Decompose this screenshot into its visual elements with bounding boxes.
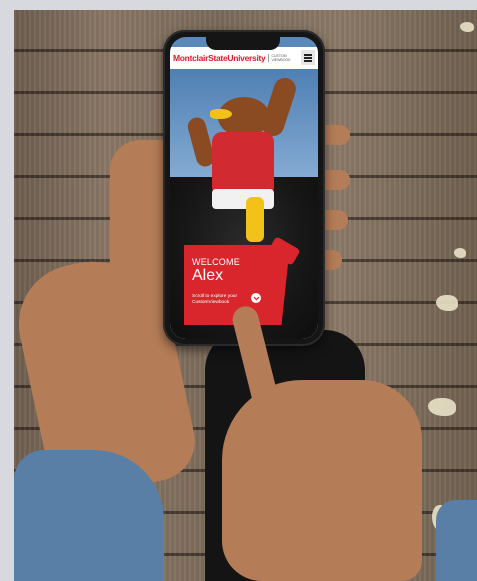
leaf-decoration — [460, 22, 474, 32]
right-hand — [222, 380, 422, 581]
mascot-yellow-leg — [246, 197, 264, 242]
brand-logo[interactable]: MontclairStateUniversity — [173, 53, 266, 63]
welcome-subtitle: Scroll to explore your CustomViewbook — [192, 294, 238, 305]
mascot-beak — [210, 109, 232, 119]
brand-subtitle: CUSTOM VIEWBOOK — [268, 54, 291, 62]
welcome-greeting: WELCOME — [192, 257, 240, 267]
leaf-decoration — [428, 398, 456, 416]
chevron-down-icon[interactable] — [251, 293, 261, 303]
phone-notch — [206, 36, 280, 50]
site-header: MontclairStateUniversity CUSTOM VIEWBOOK — [170, 47, 318, 69]
denim-sleeve-left — [14, 450, 164, 581]
mascot-red-jersey — [212, 132, 274, 192]
leaf-decoration — [436, 295, 458, 311]
leaf-decoration — [454, 248, 466, 258]
mascot-white-shorts — [212, 189, 274, 209]
hamburger-menu-icon[interactable] — [301, 50, 315, 65]
denim-sleeve-right — [436, 500, 477, 581]
welcome-name: Alex — [192, 267, 224, 284]
